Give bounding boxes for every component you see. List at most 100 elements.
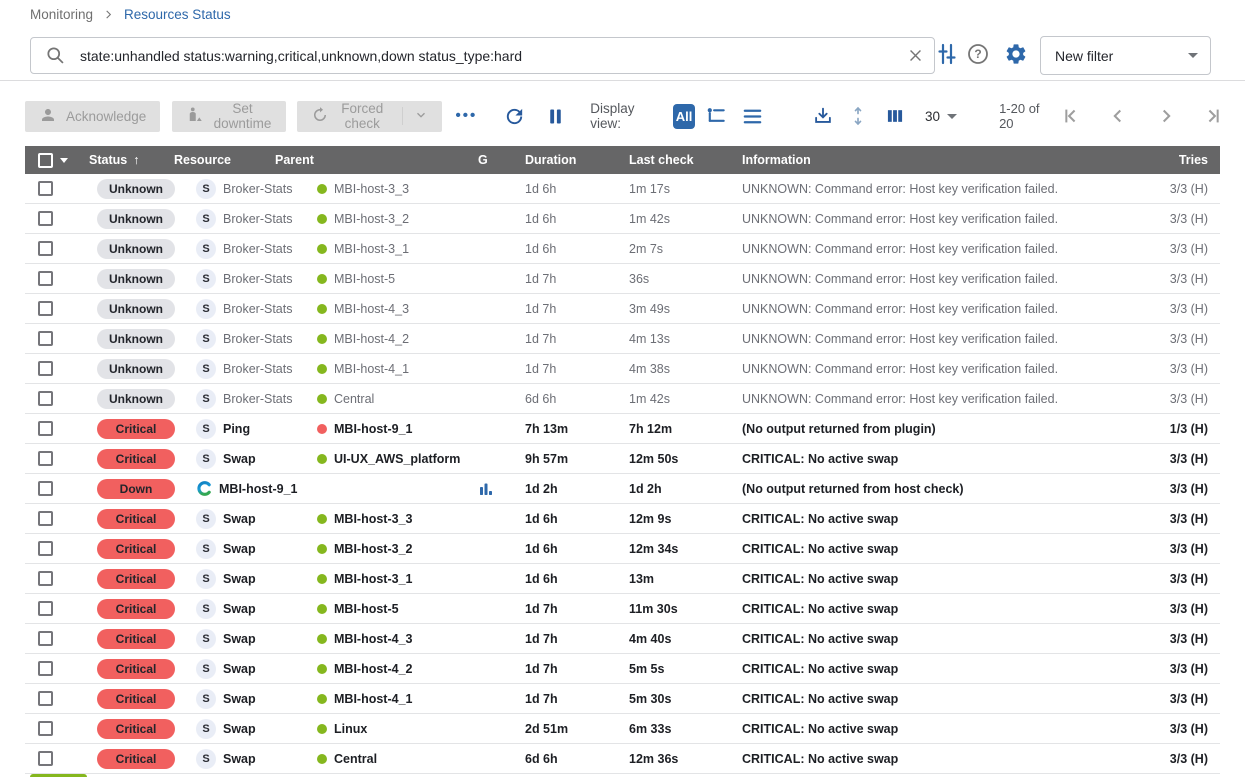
settings-gear-icon[interactable]: [1004, 42, 1028, 66]
resource-name[interactable]: Broker-Stats: [223, 242, 292, 256]
parent-name[interactable]: MBI-host-9_1: [334, 422, 412, 436]
resource-name[interactable]: Ping: [223, 422, 250, 436]
tune-filter-icon[interactable]: [936, 42, 960, 66]
row-checkbox[interactable]: [38, 721, 53, 736]
saved-filter-select[interactable]: New filter: [1040, 36, 1211, 75]
table-row[interactable]: Critical S Swap Linux 2d 51m 6m 33s CRIT…: [25, 714, 1220, 744]
parent-name[interactable]: UI-UX_AWS_platform: [334, 452, 460, 466]
pause-icon[interactable]: [543, 104, 568, 129]
resource-name[interactable]: Broker-Stats: [223, 362, 292, 376]
resource-name[interactable]: Swap: [223, 632, 256, 646]
table-row[interactable]: Critical S Swap MBI-host-3_2 1d 6h 12m 3…: [25, 534, 1220, 564]
row-checkbox[interactable]: [38, 211, 53, 226]
column-header-tries[interactable]: Tries: [1125, 153, 1208, 167]
row-checkbox[interactable]: [38, 451, 53, 466]
row-checkbox[interactable]: [38, 511, 53, 526]
table-row[interactable]: Unknown S Broker-Stats Central 6d 6h 1m …: [25, 384, 1220, 414]
parent-name[interactable]: MBI-host-4_3: [334, 302, 409, 316]
table-row[interactable]: Critical S Swap MBI-host-3_1 1d 6h 13m C…: [25, 564, 1220, 594]
acknowledge-button[interactable]: Acknowledge: [25, 101, 160, 132]
chevron-down-icon[interactable]: [414, 108, 428, 125]
parent-name[interactable]: MBI-host-3_3: [334, 512, 412, 526]
parent-name[interactable]: Central: [334, 392, 374, 406]
tree-view-icon[interactable]: [703, 103, 730, 130]
last-page-icon[interactable]: [1203, 105, 1225, 127]
more-actions-button[interactable]: •••: [452, 105, 482, 127]
export-download-icon[interactable]: [810, 103, 836, 129]
table-row[interactable]: Unknown S Broker-Stats MBI-host-3_2 1d 6…: [25, 204, 1220, 234]
parent-name[interactable]: MBI-host-4_2: [334, 332, 409, 346]
parent-name[interactable]: MBI-host-3_2: [334, 542, 412, 556]
table-row[interactable]: Unknown S Broker-Stats MBI-host-3_3 1d 6…: [25, 174, 1220, 204]
parent-name[interactable]: MBI-host-5: [334, 602, 399, 616]
row-checkbox[interactable]: [38, 241, 53, 256]
next-page-icon[interactable]: [1155, 105, 1177, 127]
forced-check-button[interactable]: Forced check: [297, 101, 442, 132]
column-header-information[interactable]: Information: [742, 153, 1125, 167]
breadcrumb-current-page[interactable]: Resources Status: [124, 7, 231, 22]
resource-name[interactable]: Swap: [223, 722, 256, 736]
view-all-button[interactable]: All: [673, 104, 695, 129]
row-checkbox[interactable]: [38, 661, 53, 676]
resource-name[interactable]: Swap: [223, 572, 256, 586]
table-row[interactable]: Unknown S Broker-Stats MBI-host-4_1 1d 7…: [25, 354, 1220, 384]
resource-name[interactable]: Swap: [223, 692, 256, 706]
table-row[interactable]: Critical S Swap UI-UX_AWS_platform 9h 57…: [25, 444, 1220, 474]
resource-name[interactable]: Swap: [223, 752, 256, 766]
resource-name[interactable]: Broker-Stats: [223, 302, 292, 316]
first-page-icon[interactable]: [1059, 105, 1081, 127]
parent-name[interactable]: MBI-host-4_1: [334, 362, 409, 376]
resource-name[interactable]: Broker-Stats: [223, 272, 292, 286]
table-row[interactable]: Unknown S Broker-Stats MBI-host-4_2 1d 7…: [25, 324, 1220, 354]
table-row[interactable]: Critical S Ping MBI-host-9_1 7h 13m 7h 1…: [25, 414, 1220, 444]
rows-per-page-select[interactable]: 30: [925, 109, 957, 124]
clear-search-icon[interactable]: [897, 43, 934, 68]
table-row[interactable]: Critical S Swap MBI-host-4_2 1d 7h 5m 5s…: [25, 654, 1220, 684]
refresh-icon[interactable]: [501, 103, 528, 130]
row-checkbox[interactable]: [38, 271, 53, 286]
row-checkbox[interactable]: [38, 421, 53, 436]
resource-name[interactable]: Swap: [223, 512, 256, 526]
row-checkbox[interactable]: [38, 601, 53, 616]
list-view-icon[interactable]: [739, 103, 766, 130]
parent-name[interactable]: MBI-host-3_1: [334, 572, 412, 586]
parent-name[interactable]: MBI-host-5: [334, 272, 395, 286]
table-row[interactable]: Down MBI-host-9_1 1d 2h 1d 2h (No output…: [25, 474, 1220, 504]
row-checkbox[interactable]: [38, 391, 53, 406]
parent-name[interactable]: MBI-host-3_3: [334, 182, 409, 196]
row-checkbox[interactable]: [38, 481, 53, 496]
resource-name[interactable]: Broker-Stats: [223, 212, 292, 226]
table-row[interactable]: Unknown S Broker-Stats MBI-host-5 1d 7h …: [25, 264, 1220, 294]
set-downtime-button[interactable]: Set downtime: [172, 101, 285, 132]
select-menu-caret-icon[interactable]: [60, 158, 68, 163]
resource-name[interactable]: Broker-Stats: [223, 182, 292, 196]
select-all-checkbox[interactable]: [38, 153, 53, 168]
parent-name[interactable]: MBI-host-4_1: [334, 692, 412, 706]
resource-name[interactable]: Broker-Stats: [223, 392, 292, 406]
previous-page-icon[interactable]: [1107, 105, 1129, 127]
parent-name[interactable]: MBI-host-3_1: [334, 242, 409, 256]
resource-name[interactable]: MBI-host-9_1: [219, 482, 297, 496]
table-row[interactable]: Unknown S Broker-Stats MBI-host-4_3 1d 7…: [25, 294, 1220, 324]
resource-name[interactable]: Swap: [223, 602, 256, 616]
row-checkbox[interactable]: [38, 331, 53, 346]
row-checkbox[interactable]: [38, 751, 53, 766]
table-row[interactable]: Critical S Swap Central 6d 6h 12m 36s CR…: [25, 744, 1220, 774]
table-row[interactable]: Critical S Swap MBI-host-4_3 1d 7h 4m 40…: [25, 624, 1220, 654]
column-header-graph[interactable]: G: [478, 153, 517, 167]
parent-name[interactable]: Central: [334, 752, 377, 766]
search-input[interactable]: [80, 48, 897, 64]
columns-settings-icon[interactable]: [883, 104, 907, 128]
column-header-parent[interactable]: Parent: [275, 153, 470, 167]
row-checkbox[interactable]: [38, 361, 53, 376]
table-row[interactable]: Critical S Swap MBI-host-3_3 1d 6h 12m 9…: [25, 504, 1220, 534]
table-row[interactable]: Critical S Swap MBI-host-4_1 1d 7h 5m 30…: [25, 684, 1220, 714]
row-checkbox[interactable]: [38, 571, 53, 586]
table-row[interactable]: Critical S Swap MBI-host-5 1d 7h 11m 30s…: [25, 594, 1220, 624]
row-checkbox[interactable]: [38, 691, 53, 706]
row-checkbox[interactable]: [38, 181, 53, 196]
parent-name[interactable]: Linux: [334, 722, 367, 736]
help-icon[interactable]: ?: [966, 42, 990, 66]
graph-icon[interactable]: [478, 481, 494, 497]
table-row[interactable]: Unknown S Broker-Stats MBI-host-3_1 1d 6…: [25, 234, 1220, 264]
